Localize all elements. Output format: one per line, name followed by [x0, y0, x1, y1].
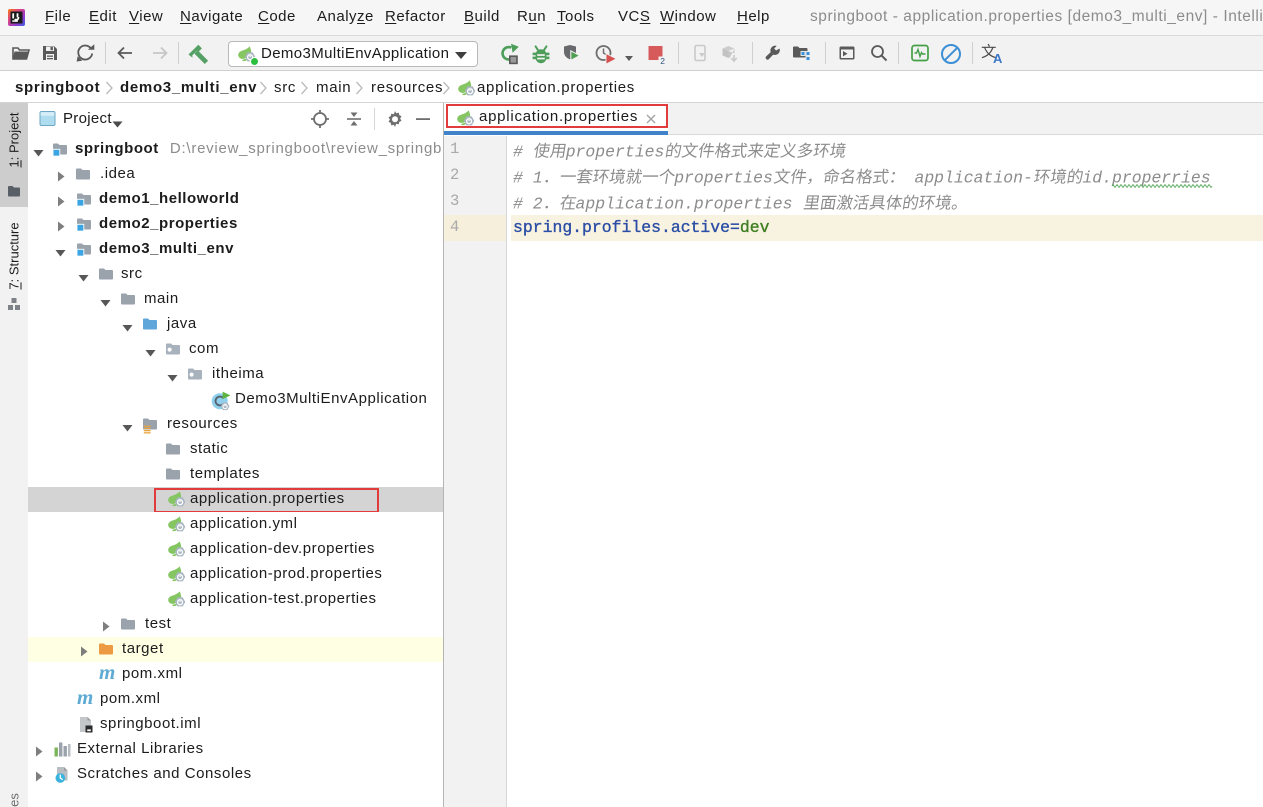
- svg-text:application-: application-: [905, 169, 1033, 188]
- svg-text:properties: properties: [673, 169, 773, 188]
- svg-text:A: A: [993, 51, 1003, 64]
- svg-text:#: #: [513, 143, 533, 162]
- svg-text:# 1: # 1: [513, 169, 543, 188]
- svg-text:# 2: # 2: [513, 195, 543, 214]
- svg-text:application.properties: application.properties: [576, 195, 793, 214]
- svg-text:2: 2: [660, 56, 665, 66]
- svg-text:properties: properties: [565, 143, 665, 162]
- svg-text:id.properries: id.properries: [1082, 169, 1210, 188]
